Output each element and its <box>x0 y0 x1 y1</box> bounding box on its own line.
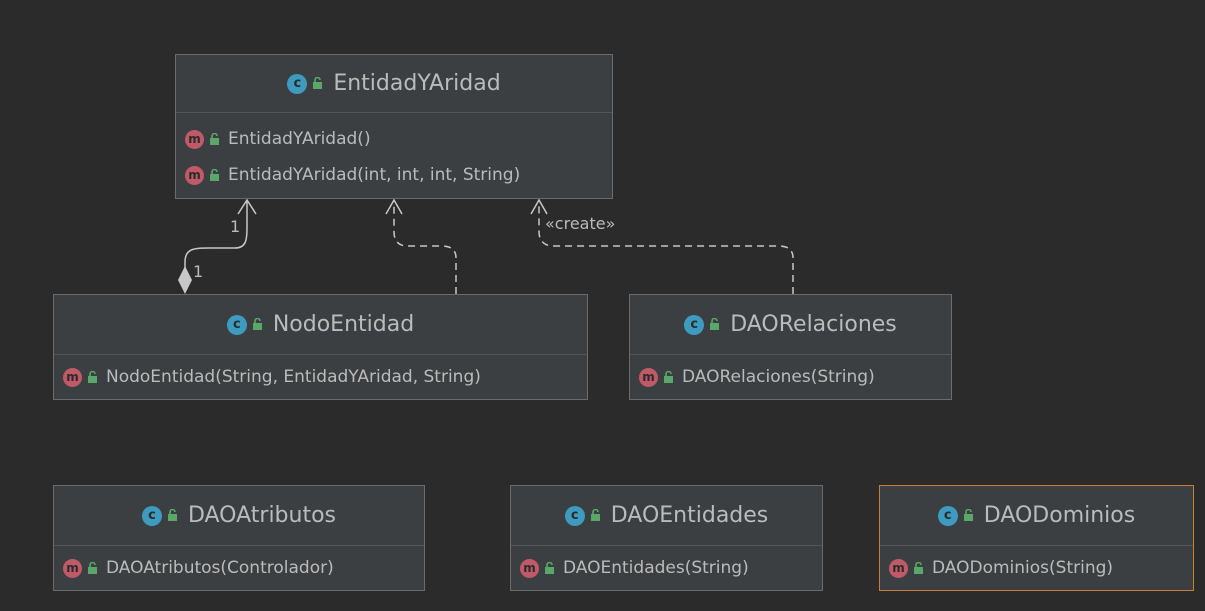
class-members: m DAOEntidades(String) <box>511 546 822 586</box>
method-row[interactable]: m DAORelaciones(String) <box>630 359 951 395</box>
class-name: DAOEntidades <box>610 503 769 528</box>
public-lock-icon <box>664 370 673 383</box>
create-stereotype-label: «create» <box>545 214 616 233</box>
method-row[interactable]: m DAOEntidades(String) <box>511 550 822 586</box>
class-icon: c <box>287 73 308 94</box>
class-header: c DAODominios <box>880 486 1193 546</box>
class-name: DAOAtributos <box>187 503 337 528</box>
public-lock-icon <box>167 509 177 521</box>
composition-diamond <box>178 266 192 294</box>
method-signature: EntidadYAridad() <box>228 129 371 149</box>
class-members: m DAORelaciones(String) <box>630 355 951 395</box>
method-icon: m <box>520 558 539 578</box>
class-daoentidades[interactable]: c DAOEntidades m DAOEntidades(String) <box>510 485 823 591</box>
method-signature: DAOEntidades(String) <box>563 558 749 578</box>
class-header: c DAOEntidades <box>511 486 822 546</box>
method-row[interactable]: m DAODominios(String) <box>880 550 1193 586</box>
public-lock-icon <box>210 132 219 145</box>
public-lock-icon <box>590 509 600 521</box>
public-lock-icon <box>88 561 97 574</box>
class-icon: c <box>937 505 958 526</box>
class-nodoentidad[interactable]: c NodoEntidad m NodoEntidad(String, Enti… <box>53 294 588 400</box>
method-row[interactable]: m EntidadYAridad() <box>176 121 612 157</box>
method-signature: EntidadYAridad(int, int, int, String) <box>228 165 521 185</box>
class-name: DAORelaciones <box>730 312 897 337</box>
composition-source-multiplicity: 1 <box>193 262 204 281</box>
method-icon: m <box>889 558 908 578</box>
class-icon: c <box>226 314 247 335</box>
method-icon: m <box>185 129 204 149</box>
public-lock-icon <box>545 561 554 574</box>
class-members: m DAODominios(String) <box>880 546 1193 586</box>
class-header: c DAORelaciones <box>630 295 951 355</box>
class-icon: c <box>684 314 705 335</box>
method-signature: NodoEntidad(String, EntidadYAridad, Stri… <box>106 367 481 387</box>
dependency-edge-nodo[interactable] <box>393 200 457 294</box>
method-signature: DAODominios(String) <box>932 558 1114 578</box>
class-name: DAODominios <box>983 503 1136 528</box>
class-header: c NodoEntidad <box>54 295 587 355</box>
public-lock-icon <box>710 318 720 330</box>
class-members: m NodoEntidad(String, EntidadYAridad, St… <box>54 355 587 395</box>
public-lock-icon <box>210 168 219 181</box>
method-icon: m <box>63 558 82 578</box>
method-signature: DAORelaciones(String) <box>682 367 875 387</box>
class-icon: c <box>141 505 162 526</box>
method-row[interactable]: m EntidadYAridad(int, int, int, String) <box>176 157 612 193</box>
method-icon: m <box>63 367 82 387</box>
method-signature: DAOAtributos(Controlador) <box>106 558 334 578</box>
class-name: NodoEntidad <box>272 312 415 337</box>
public-lock-icon <box>313 77 323 89</box>
class-daorelaciones[interactable]: c DAORelaciones m DAORelaciones(String) <box>629 294 952 400</box>
class-daodominios[interactable]: c DAODominios m DAODominios(String) <box>879 485 1194 591</box>
public-lock-icon <box>914 561 923 574</box>
method-row[interactable]: m DAOAtributos(Controlador) <box>54 550 424 586</box>
class-name: EntidadYAridad <box>333 71 501 96</box>
method-icon: m <box>639 367 658 387</box>
composition-target-multiplicity: 1 <box>230 217 241 236</box>
class-header: c EntidadYAridad <box>176 55 612 113</box>
class-members: m DAOAtributos(Controlador) <box>54 546 424 586</box>
public-lock-icon <box>963 509 973 521</box>
public-lock-icon <box>252 318 262 330</box>
class-header: c DAOAtributos <box>54 486 424 546</box>
class-members: m EntidadYAridad() m EntidadYAridad(int,… <box>176 113 612 193</box>
method-row[interactable]: m NodoEntidad(String, EntidadYAridad, St… <box>54 359 587 395</box>
class-icon: c <box>564 505 585 526</box>
class-daoatributos[interactable]: c DAOAtributos m DAOAtributos(Controlado… <box>53 485 425 591</box>
class-entidadyaridad[interactable]: c EntidadYAridad m EntidadYAridad() m En… <box>175 54 613 199</box>
method-icon: m <box>185 165 204 185</box>
public-lock-icon <box>88 370 97 383</box>
